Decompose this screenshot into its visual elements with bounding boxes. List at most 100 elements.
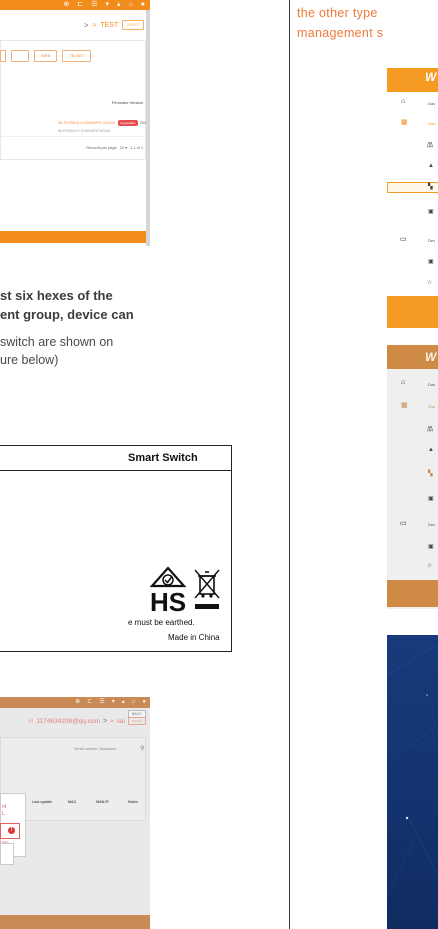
topology-icon[interactable]: 品 [427,140,433,149]
stats-icon[interactable]: ▣ [428,495,434,502]
header-icons: ⊕ ⊏ ☰ ▾ ▴ ⌂ ● [75,697,146,708]
home-icon[interactable]: ⌂ [401,379,405,386]
footer-bar [0,231,146,243]
records-per-page-label: Records per page: [86,146,118,150]
device-icon[interactable]: ⊏ [87,697,92,708]
user-email[interactable]: 1174634208@qq.com [36,718,100,725]
orange-text-line-1: the other type [297,6,378,20]
modal-input-box[interactable] [0,843,14,865]
brand-logo: W [425,70,437,84]
table-divider [0,136,146,137]
bell-icon[interactable]: ▾ [112,697,115,708]
certification-marks: HS [150,566,220,616]
sidebar-item-dashboard[interactable]: Das [428,382,435,387]
apps-icon[interactable]: ⊕ [63,0,69,10]
wifi-icon: ≈ [92,21,97,29]
network-lines-decoration [387,644,438,896]
user-icon[interactable]: ● [142,697,146,708]
device-model: WI-PCE5510-LV100005PE7241022 [58,121,116,125]
column-divider [289,0,290,929]
monitor-icon[interactable]: ▭ [400,519,407,527]
action-button-2[interactable] [11,50,29,62]
device-list-screenshot: ⊕ ⊏ ☰ ▾ ▴ ⌂ ● > ≈ TEST RESET WEB TELNET … [0,0,150,246]
star-icon[interactable]: ☆ [427,279,432,286]
made-in-label: Made in China [168,633,220,642]
column-wan-ip: WAN IP [96,800,109,804]
chevron-right-icon: > [83,20,89,30]
group-icon[interactable]: ▚ [428,470,433,477]
sidebar-item-dashboard[interactable]: Das [428,101,435,106]
ssid-label[interactable]: TEST [100,22,118,29]
earthing-note: e must be earthed. [128,618,195,627]
page-range: 1-1 of 1 [130,146,143,150]
body-line-2: ure below) [0,353,59,367]
sidebar-item-overview[interactable]: Ove [428,121,435,126]
brand-logo: W [425,350,437,364]
reset-button[interactable]: RESET [127,717,146,725]
notification-icon[interactable]: ▴ [122,697,125,708]
label-divider [0,470,231,471]
action-button-1[interactable] [0,50,6,62]
upgradable-badge[interactable]: Upgradable [118,120,138,126]
firmware-column-header: Firmware Version [111,100,143,105]
serial-search-input[interactable]: Serial number, Nickname [74,747,116,751]
sidebar-item-devices[interactable]: Dev [428,238,435,243]
modal-title-line-1: nt [2,804,7,810]
bell-icon[interactable]: ▲ [428,163,434,169]
reset-button[interactable]: RESET [122,20,144,30]
sidebar-footer [387,296,438,328]
navy-background-image [387,635,438,929]
account-selector: ⚇ 1174634208@qq.com > ≈ sai RESET [0,715,150,727]
bold-heading-line-2: ent group, device can [0,307,134,322]
body-line-1: switch are shown on [0,335,114,349]
sidebar-item-overview[interactable]: Ove [428,404,435,409]
ssid-label[interactable]: sai [117,718,125,725]
scrollbar[interactable] [146,10,150,246]
search-icon[interactable]: ⚲ [140,745,144,752]
action-buttons: WEB TELNET [0,50,92,62]
sidebar-footer [387,580,438,607]
web-button[interactable]: WEB [34,50,58,62]
column-last-update: Last update [32,800,53,804]
group-icon[interactable]: ▚ [428,183,433,190]
rcm-mark-icon [150,566,187,588]
device-icon[interactable]: ⊏ [77,0,83,10]
apps-icon[interactable]: ⊕ [75,697,80,708]
topology-icon[interactable]: 品 [427,424,433,433]
network-selector: > ≈ TEST RESET [0,18,150,32]
overview-icon[interactable]: ▦ [401,118,408,126]
add-device-screenshot: ⊕ ⊏ ☰ ▾ ▴ ⌂ ● BACK ⚇ 1174634208@qq.com >… [0,697,150,929]
modal-title-line-2: L. [2,811,7,817]
sidebar-screenshot-a [387,68,438,332]
weee-bin-icon [194,569,220,609]
bell-icon[interactable]: ▾ [106,0,110,10]
label-title: Smart Switch [128,452,198,464]
device-firmware-model: WI-PCE5510-P-V100005PE7241022 [58,129,111,133]
header-icons: ⊕ ⊏ ☰ ▾ ▴ ⌂ ● [63,0,145,10]
bell-icon[interactable]: ▲ [428,447,434,453]
device-box-icon[interactable]: ▣ [428,258,434,265]
chevron-down-icon[interactable]: ▾ [125,146,127,150]
stats-icon[interactable]: ▣ [428,208,434,215]
list-icon[interactable]: ☰ [91,0,97,10]
network-icon[interactable]: ⌂ [129,0,133,10]
device-box-icon[interactable]: ▣ [428,543,434,550]
star-icon[interactable]: ☆ [427,562,432,569]
wifi-icon: ≈ [110,717,114,725]
rohs-text: HS [150,587,186,616]
error-icon: ! [8,827,15,834]
notification-icon[interactable]: ▴ [117,0,121,10]
user-icon[interactable]: ● [141,0,145,10]
network-icon[interactable]: ⌂ [132,697,136,708]
monitor-icon[interactable]: ▭ [400,235,407,243]
overview-icon[interactable]: ▦ [401,401,408,409]
home-icon[interactable]: ⌂ [401,98,405,105]
column-mac: MAC [68,800,77,804]
sidebar-item-devices[interactable]: Dev [428,522,435,527]
user-icon: ⚇ [27,718,34,725]
list-icon[interactable]: ☰ [99,697,104,708]
chevron-right-icon: > [103,717,108,725]
records-per-page-select[interactable]: 20 [120,146,124,150]
column-notes: Notes [128,800,138,804]
telnet-button[interactable]: TELNET [62,50,92,62]
